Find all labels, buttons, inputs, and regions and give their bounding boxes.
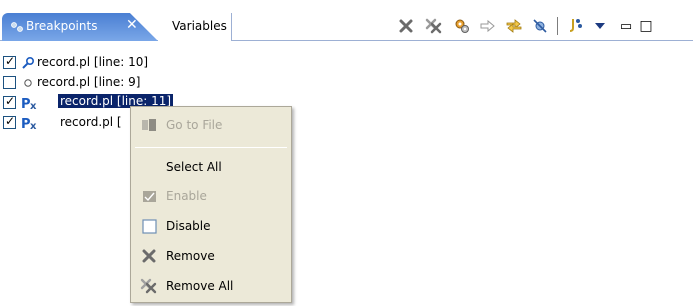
list-item[interactable]: ✓ record.pl [line: 10] — [0, 53, 260, 73]
maximize-button[interactable]: □ — [638, 16, 654, 36]
menu-item-go-to-file[interactable]: Go to File — [132, 111, 290, 139]
go-to-file-button[interactable] — [478, 16, 498, 36]
checkmark-icon: ✓ — [5, 54, 16, 68]
expand-icon — [506, 19, 522, 33]
go-to-file-icon — [480, 19, 495, 33]
add-watchpoint-icon — [569, 19, 582, 32]
menu-item-enable[interactable]: Enable — [132, 182, 290, 210]
disable-icon — [142, 219, 157, 234]
go-to-file-icon — [142, 119, 156, 131]
menu-item-remove-all[interactable]: Remove All — [132, 272, 290, 300]
tab-variables[interactable]: Variables — [158, 13, 232, 41]
view-tab-bar: Breakpoints ✕ Variables ▭ □ — [0, 0, 693, 41]
skip-all-breakpoints-icon — [533, 19, 547, 33]
menu-item-label: Disable — [166, 219, 211, 233]
remove-breakpoint-button[interactable] — [396, 16, 416, 36]
view-menu-button[interactable] — [590, 16, 610, 36]
enable-icon — [143, 191, 156, 202]
maximize-icon: □ — [639, 18, 653, 34]
remove-all-breakpoints-icon — [425, 18, 442, 34]
breakpoint-checkbox[interactable] — [3, 76, 16, 89]
breakpoint-checkbox[interactable]: ✓ — [3, 94, 16, 109]
breakpoint-checkbox[interactable]: ✓ — [3, 114, 16, 129]
remove-icon — [142, 249, 156, 263]
tab-breakpoints-label: Breakpoints — [26, 19, 98, 33]
svg-text:x: x — [30, 121, 37, 131]
enabled-breakpoint-icon: P x — [21, 97, 37, 111]
line-breakpoint-icon — [22, 56, 35, 69]
menu-item-label: Remove All — [166, 279, 234, 293]
svg-text:x: x — [30, 101, 37, 111]
menu-item-label: Remove — [166, 249, 215, 263]
expand-button[interactable] — [504, 16, 524, 36]
breakpoints-view-icon — [11, 22, 23, 32]
menu-item-label: Go to File — [166, 118, 223, 132]
tab-variables-label: Variables — [172, 19, 227, 33]
close-icon[interactable]: ✕ — [126, 17, 138, 33]
view-menu-icon — [595, 23, 605, 29]
add-watchpoint-button[interactable] — [566, 16, 586, 36]
minimize-button[interactable]: ▭ — [616, 16, 636, 36]
skip-all-breakpoints-button[interactable] — [530, 16, 550, 36]
breakpoint-label: record.pl [line: 9] — [37, 75, 141, 89]
tab-breakpoints[interactable]: Breakpoints ✕ — [2, 13, 158, 41]
link-with-debug-view-button[interactable] — [452, 16, 472, 36]
menu-item-remove[interactable]: Remove — [132, 242, 290, 270]
breakpoint-checkbox[interactable]: ✓ — [3, 54, 16, 69]
remove-all-icon — [140, 278, 157, 294]
link-with-debug-view-icon — [455, 19, 469, 33]
toolbar-separator — [557, 17, 558, 35]
disabled-breakpoint-icon — [24, 79, 32, 87]
remove-breakpoint-icon — [399, 19, 413, 33]
menu-item-select-all[interactable]: Select All — [132, 153, 290, 181]
menu-item-label: Select All — [166, 160, 222, 174]
checkmark-icon: ✓ — [5, 114, 16, 128]
enabled-breakpoint-icon: P x — [21, 117, 37, 131]
menu-item-label: Enable — [166, 189, 207, 203]
list-item[interactable]: record.pl [line: 9] — [0, 73, 260, 93]
context-menu: Go to File Select All Enable Disable Rem… — [130, 106, 292, 303]
menu-separator — [135, 147, 287, 148]
checkmark-icon: ✓ — [5, 94, 16, 108]
minimize-icon: ▭ — [619, 18, 633, 34]
breakpoint-label: record.pl [ — [60, 115, 122, 129]
menu-item-disable[interactable]: Disable — [132, 212, 290, 240]
breakpoint-label: record.pl [line: 10] — [37, 55, 149, 69]
remove-all-breakpoints-button[interactable] — [424, 16, 444, 36]
